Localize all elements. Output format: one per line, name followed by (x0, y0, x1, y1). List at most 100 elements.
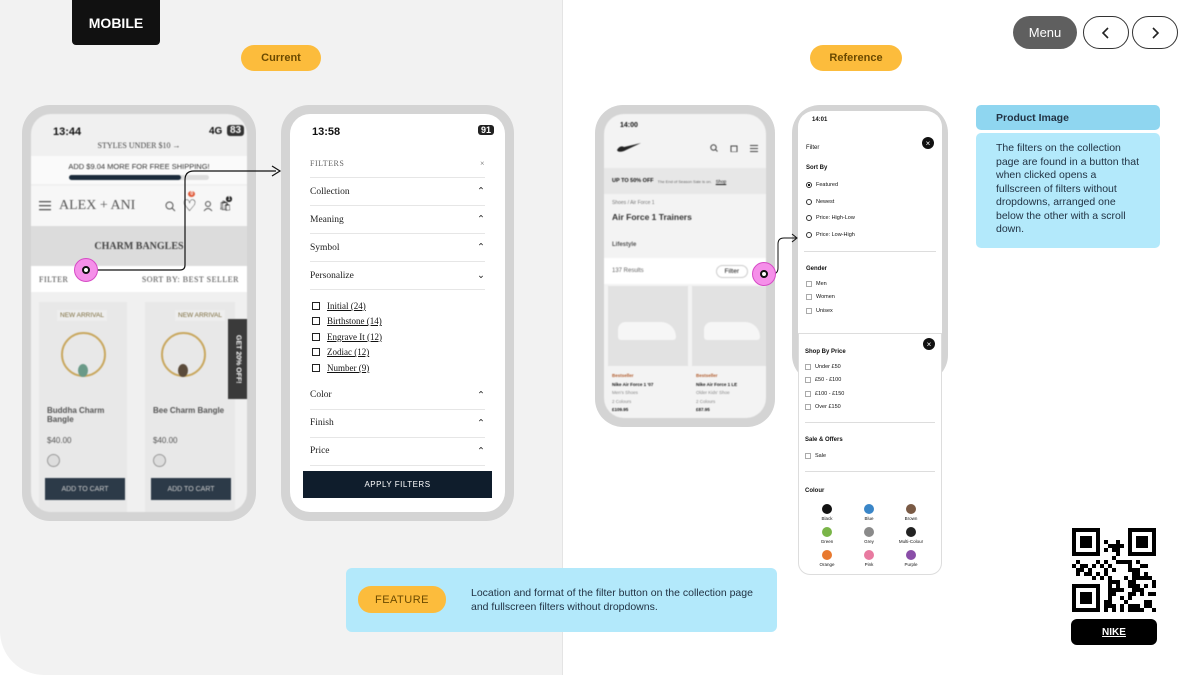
menu-button[interactable]: Menu (1013, 16, 1077, 49)
product-info[interactable]: Bestseller Nike Air Force 1 LE Older Kid… (696, 372, 766, 415)
colour-swatch[interactable]: Blue (849, 504, 889, 521)
filter-button[interactable]: Filter (715, 264, 748, 278)
apply-filters-button[interactable]: APPLY FILTERS (303, 471, 492, 498)
filter-section[interactable]: Meaning ⌃ (310, 206, 485, 234)
filter-section[interactable]: Finish ⌃ (310, 410, 485, 438)
results-toolbar: 137 Results Filter (604, 258, 766, 284)
search-icon[interactable] (710, 144, 718, 152)
feature-box: FEATURE Location and format of the filte… (346, 568, 777, 632)
page-title: Air Force 1 Trainers (612, 212, 692, 222)
option-label: Number (9) (327, 362, 370, 373)
breadcrumb[interactable]: Shoes / Air Force 1 (612, 200, 655, 206)
product-card[interactable]: NEW ARRIVAL Bee Charm Bangle $40.00 ADD … (145, 302, 235, 512)
filters-header: FILTERS × (310, 150, 485, 178)
product-info[interactable]: Bestseller Nike Air Force 1 '07 Men's Sh… (612, 372, 690, 415)
subcategory[interactable]: Lifestyle (612, 242, 636, 248)
brand-tag[interactable]: NIKE (1071, 619, 1157, 645)
sort-option[interactable]: Price: Low-High (806, 227, 942, 244)
promo-top[interactable]: STYLES UNDER $10 → (31, 141, 247, 150)
add-to-cart-button[interactable]: ADD TO CART (45, 478, 125, 500)
colour-label: Blue (864, 516, 874, 521)
feature-tag: FEATURE (358, 586, 446, 613)
hotspot-marker (752, 262, 776, 286)
feature-text: Location and format of the filter button… (471, 587, 753, 613)
product-price: £87.95 (696, 407, 710, 412)
colour-swatch[interactable]: Grey (849, 527, 889, 544)
promo-link[interactable]: Shop (716, 179, 727, 184)
section-label: Collection (310, 186, 350, 197)
charm-graphic (178, 364, 188, 377)
bag-icon[interactable] (730, 144, 738, 152)
price-option[interactable]: Under £50 (805, 360, 941, 374)
colour-label: Orange (819, 562, 835, 567)
flow-arrow (86, 165, 282, 271)
option-label: Sale (815, 452, 827, 459)
product-image[interactable] (608, 286, 688, 366)
gender-option[interactable]: Unisex (806, 304, 942, 318)
close-icon[interactable]: × (922, 137, 934, 149)
discount-side-tab[interactable]: GET 20% OFF! (228, 319, 247, 399)
filter-section[interactable]: Collection ⌃ (310, 178, 485, 206)
status-network: 4G (209, 126, 223, 137)
option-label: £100 - £150 (815, 390, 845, 397)
colour-swatch[interactable]: Multi-Colour (891, 527, 931, 544)
qr-code (1072, 528, 1156, 612)
colour-swatch[interactable]: Pink (849, 550, 889, 567)
colour-swatch[interactable]: Brown (891, 504, 931, 521)
nike-logo-icon[interactable] (616, 142, 642, 152)
hamburger-icon[interactable] (39, 201, 51, 211)
current-phone-filters: 13:58 91 FILTERS × Collection ⌃ Meaning ⌃ … (281, 105, 514, 521)
option-label: £50 - £100 (815, 377, 842, 384)
product-price: £109.95 (612, 407, 629, 412)
close-icon[interactable]: × (480, 159, 485, 168)
colour-swatch[interactable]: Black (807, 504, 847, 521)
checkbox-option[interactable]: Birthstone (14) (312, 314, 505, 330)
filter-button[interactable]: FILTER (39, 275, 68, 284)
filter-title: Filter (806, 145, 820, 151)
colour-swatch[interactable]: Purple (891, 550, 931, 567)
checkbox-option[interactable]: Zodiac (12) (312, 345, 505, 361)
colour-swatch[interactable]: Green (807, 527, 847, 544)
charm-graphic (78, 364, 88, 377)
results-count: 137 Results (612, 268, 644, 274)
option-label: Birthstone (14) (327, 316, 382, 327)
sale-option[interactable]: Sale (805, 449, 941, 463)
price-option[interactable]: Over £150 (805, 401, 941, 415)
checkbox-option[interactable]: Initial (24) (312, 298, 505, 314)
chevron-right-icon (1152, 26, 1160, 39)
product-price: $40.00 (47, 436, 72, 445)
sort-option[interactable]: Featured (806, 177, 942, 194)
option-label: Featured (816, 182, 839, 189)
chevron-up-icon: ⌃ (477, 243, 485, 253)
product-image[interactable] (692, 286, 766, 366)
product-name: Nike Air Force 1 '07 (612, 381, 654, 387)
gender-option[interactable]: Men (806, 277, 942, 291)
product-name[interactable]: Buddha Charm Bangle (47, 406, 123, 424)
filter-section[interactable]: Price ⌃ (310, 438, 485, 466)
next-button[interactable] (1132, 16, 1178, 49)
color-swatch[interactable] (47, 454, 60, 467)
filter-section[interactable]: Symbol ⌃ (310, 234, 485, 262)
hamburger-icon[interactable] (750, 144, 758, 152)
gender-option[interactable]: Women (806, 291, 942, 305)
product-card[interactable]: NEW ARRIVAL Buddha Charm Bangle $40.00 A… (39, 302, 127, 512)
prev-button[interactable] (1083, 16, 1129, 49)
product-name[interactable]: Bee Charm Bangle (153, 406, 229, 415)
sort-option[interactable]: Price: High-Low (806, 210, 942, 227)
price-option[interactable]: £50 - £100 (805, 374, 941, 388)
colour-swatch[interactable]: Orange (807, 550, 847, 567)
checkbox-option[interactable]: Number (9) (312, 360, 505, 376)
chevron-left-icon (1101, 26, 1109, 39)
add-to-cart-button[interactable]: ADD TO CART (151, 478, 231, 500)
option-label: Initial (24) (327, 300, 366, 311)
status-time: 13:58 (312, 126, 341, 138)
chevron-up-icon: ⌃ (477, 215, 485, 225)
filter-section[interactable]: Personalize ⌄ (310, 262, 485, 290)
price-option[interactable]: £100 - £150 (805, 387, 941, 401)
sort-option[interactable]: Newest (806, 194, 942, 211)
filter-section[interactable]: Color ⌃ (310, 382, 485, 410)
promo-sub: The End of Season Sale is on. (657, 178, 712, 184)
color-swatch[interactable] (153, 454, 166, 467)
personalize-options: Initial (24) Birthstone (14) Engrave It … (290, 290, 505, 382)
checkbox-option[interactable]: Engrave It (12) (312, 329, 505, 345)
